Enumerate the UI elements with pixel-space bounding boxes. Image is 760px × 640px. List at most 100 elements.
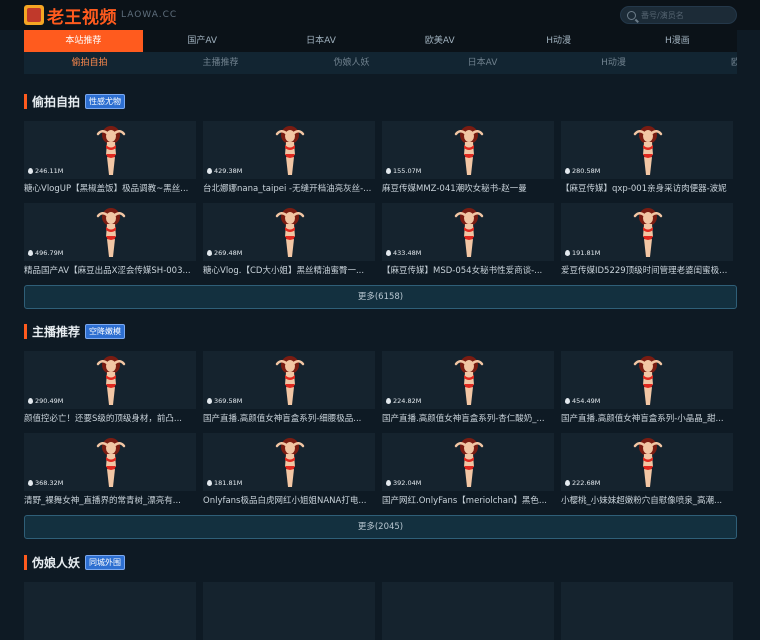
sub-nav-item[interactable]: H动漫 — [548, 52, 679, 74]
search-input[interactable] — [641, 10, 731, 20]
sub-nav-item[interactable]: 主播推荐 — [155, 52, 286, 74]
video-thumbnail[interactable]: 224.82M — [382, 351, 554, 409]
section-tag[interactable]: 性感尤物 — [85, 93, 126, 109]
video-card[interactable]: 280.58M 【麻豆传媒】qxp-001亲身采访肉便器-波妮 — [561, 121, 733, 199]
video-card[interactable] — [24, 582, 196, 640]
video-thumbnail[interactable] — [24, 582, 196, 640]
section-title: 偷拍自拍 — [32, 94, 81, 109]
video-title[interactable]: 糖心Vlog.【CD大小姐】黑丝精油蜜臀一... — [203, 261, 375, 281]
video-card[interactable]: 369.58M 国产直播.高颜值女神盲盒系列-细腰极品... — [203, 351, 375, 429]
video-thumbnail[interactable] — [561, 582, 733, 640]
fire-icon — [207, 250, 212, 256]
video-thumbnail[interactable]: 155.07M — [382, 121, 554, 179]
placeholder-figure-icon — [96, 126, 126, 175]
section-accent-bar — [24, 93, 27, 109]
placeholder-figure-icon — [633, 438, 663, 487]
video-title[interactable]: 【麻豆传媒】qxp-001亲身采访肉便器-波妮 — [561, 179, 733, 199]
video-card[interactable]: 269.48M 糖心Vlog.【CD大小姐】黑丝精油蜜臀一... — [203, 203, 375, 281]
placeholder-figure-icon — [454, 438, 484, 487]
view-count: 368.32M — [28, 479, 63, 487]
sub-nav: 偷拍自拍 主播推荐 伪娘人妖 日本AV H动漫 欧美校 — [24, 52, 737, 74]
video-card[interactable]: 222.68M 小樱桃_小妹妹超嫩粉穴自慰像喷泉_高潮... — [561, 433, 733, 511]
section-accent-bar — [24, 323, 27, 339]
video-card[interactable]: 429.38M 台北娜娜nana_taipei -无缝开档油亮灰丝-... — [203, 121, 375, 199]
video-thumbnail[interactable]: 181.81M — [203, 433, 375, 491]
video-title[interactable]: 【麻豆传媒】MSD-054女秘书性爱商谈-... — [382, 261, 554, 281]
section-title: 主播推荐 — [32, 324, 81, 339]
video-thumbnail[interactable] — [203, 582, 375, 640]
search-box[interactable] — [620, 6, 737, 24]
video-thumbnail[interactable]: 369.58M — [203, 351, 375, 409]
video-title[interactable]: Onlyfans极品白虎网红小姐姐NANA打电... — [203, 491, 375, 511]
nav-tab-h-comic[interactable]: H漫画 — [618, 30, 737, 52]
video-thumbnail[interactable]: 191.81M — [561, 203, 733, 261]
video-thumbnail[interactable]: 246.11M — [24, 121, 196, 179]
nav-tab-domestic-av[interactable]: 国产AV — [143, 30, 262, 52]
view-count: 246.11M — [28, 167, 63, 175]
video-title[interactable]: 国产直播.高颜值女神盲盒系列-杏仁酸奶_... — [382, 409, 554, 429]
video-thumbnail[interactable] — [382, 582, 554, 640]
view-count: 224.82M — [386, 397, 421, 405]
more-button[interactable]: 更多(2045) — [24, 515, 737, 539]
search-icon[interactable] — [627, 10, 636, 20]
video-title[interactable]: 爱豆传媒ID5229顶级时间管理老婆闺蜜极... — [561, 261, 733, 281]
video-thumbnail[interactable]: 496.79M — [24, 203, 196, 261]
nav-tab-japan-av[interactable]: 日本AV — [262, 30, 381, 52]
sub-nav-item[interactable]: 偷拍自拍 — [24, 52, 155, 74]
video-thumbnail[interactable]: 429.38M — [203, 121, 375, 179]
video-title[interactable]: 清野_裸舞女神_直播界的常青树_漂亮有... — [24, 491, 196, 511]
view-count-value: 191.81M — [572, 249, 601, 257]
video-card[interactable]: 454.49M 国产直播.高颜值女神盲盒系列-小晶晶_甜... — [561, 351, 733, 429]
video-title[interactable]: 糖心VlogUP【黑椒盖饭】极品调教~黑丝... — [24, 179, 196, 199]
video-card[interactable]: 496.79M 精品国产AV【麻豆出品X涩会传媒SH-003... — [24, 203, 196, 281]
video-card[interactable] — [561, 582, 733, 640]
video-card[interactable]: 191.81M 爱豆传媒ID5229顶级时间管理老婆闺蜜极... — [561, 203, 733, 281]
video-title[interactable]: 小樱桃_小妹妹超嫩粉穴自慰像喷泉_高潮... — [561, 491, 733, 511]
video-thumbnail[interactable]: 433.48M — [382, 203, 554, 261]
fire-icon — [386, 168, 391, 174]
video-title[interactable]: 国产网红.OnlyFans【meriolchan】黑色... — [382, 491, 554, 511]
section-tag[interactable]: 同城外围 — [85, 554, 126, 570]
sub-nav-item[interactable]: 伪娘人妖 — [286, 52, 417, 74]
video-thumbnail[interactable]: 290.49M — [24, 351, 196, 409]
video-thumbnail[interactable]: 392.04M — [382, 433, 554, 491]
video-card[interactable]: 392.04M 国产网红.OnlyFans【meriolchan】黑色... — [382, 433, 554, 511]
video-title[interactable]: 国产直播.高颜值女神盲盒系列-小晶晶_甜... — [561, 409, 733, 429]
video-title[interactable]: 麻豆传媒MMZ-041潮吹女秘书-赵一曼 — [382, 179, 554, 199]
video-grid: 246.11M 糖心VlogUP【黑椒盖饭】极品调教~黑丝... 429.38M 台… — [24, 121, 737, 281]
video-title[interactable]: 精品国产AV【麻豆出品X涩会传媒SH-003... — [24, 261, 196, 281]
video-card[interactable]: 246.11M 糖心VlogUP【黑椒盖饭】极品调教~黑丝... — [24, 121, 196, 199]
video-card[interactable] — [203, 582, 375, 640]
video-card[interactable]: 181.81M Onlyfans极品白虎网红小姐姐NANA打电... — [203, 433, 375, 511]
logo-domain: LAOWA.CC — [121, 10, 178, 20]
video-card[interactable]: 155.07M 麻豆传媒MMZ-041潮吹女秘书-赵一曼 — [382, 121, 554, 199]
placeholder-figure-icon — [275, 438, 305, 487]
nav-tab-western-av[interactable]: 欧美AV — [380, 30, 499, 52]
video-card[interactable] — [382, 582, 554, 640]
sub-nav-item[interactable]: 欧美校 — [679, 52, 737, 74]
video-thumbnail[interactable]: 222.68M — [561, 433, 733, 491]
video-thumbnail[interactable]: 368.32M — [24, 433, 196, 491]
site-logo[interactable]: 老王视频 LAOWA.CC — [24, 3, 178, 28]
nav-tab-recommended[interactable]: 本站推荐 — [24, 30, 143, 52]
nav-tab-h-anime[interactable]: H动漫 — [499, 30, 618, 52]
video-title[interactable]: 国产直播.高颜值女神盲盒系列-细腰极品... — [203, 409, 375, 429]
placeholder-figure-icon — [275, 356, 305, 405]
sub-nav-item[interactable]: 日本AV — [417, 52, 548, 74]
section-header: 伪娘人妖 同城外围 — [24, 554, 737, 570]
video-card[interactable]: 290.49M 颜值控必亡！还要S级的顶级身材，前凸... — [24, 351, 196, 429]
more-button[interactable]: 更多(6158) — [24, 285, 737, 309]
view-count: 269.48M — [207, 249, 242, 257]
video-card[interactable]: 433.48M 【麻豆传媒】MSD-054女秘书性爱商谈-... — [382, 203, 554, 281]
video-title[interactable]: 台北娜娜nana_taipei -无缝开档油亮灰丝-... — [203, 179, 375, 199]
video-card[interactable]: 368.32M 清野_裸舞女神_直播界的常青树_漂亮有... — [24, 433, 196, 511]
video-thumbnail[interactable]: 280.58M — [561, 121, 733, 179]
section-trans: 伪娘人妖 同城外围 — [24, 554, 737, 640]
video-card[interactable]: 224.82M 国产直播.高颜值女神盲盒系列-杏仁酸奶_... — [382, 351, 554, 429]
video-grid — [24, 582, 737, 640]
video-title[interactable]: 颜值控必亡！还要S级的顶级身材，前凸... — [24, 409, 196, 429]
video-thumbnail[interactable]: 454.49M — [561, 351, 733, 409]
section-tag[interactable]: 空降嫩模 — [85, 323, 126, 339]
video-thumbnail[interactable]: 269.48M — [203, 203, 375, 261]
fire-icon — [207, 168, 212, 174]
